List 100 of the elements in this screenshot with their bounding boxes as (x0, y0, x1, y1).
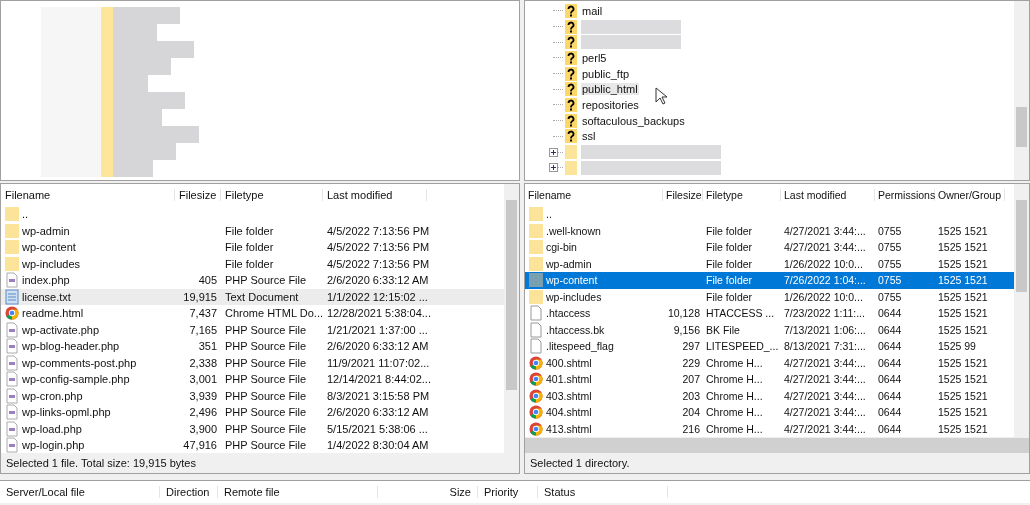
folder-icon (529, 239, 543, 256)
modified-date: 2/6/2020 6:33:12 AM (326, 406, 427, 419)
column-header[interactable]: Filesize (175, 189, 221, 201)
file-row[interactable]: wp-blog-header.php 351 PHP Source File 2/6/2020 6:33:12 AM (1, 338, 504, 355)
file-row[interactable]: wp-config-sample.php 3,001 PHP Source File 12/14/2021 8:44:02... (1, 371, 504, 388)
file-row[interactable]: .litespeed_flag 297 LITESPEED_... 8/13/2021 7:31:... 0644 1525 99 (525, 338, 1014, 355)
folder-icon (5, 206, 19, 223)
browser-icon (5, 305, 19, 322)
expand-icon[interactable] (549, 147, 558, 157)
question-folder-icon (565, 113, 577, 128)
permissions: 0644 (877, 373, 903, 386)
modified-date: 4/27/2021 3:44:... (783, 422, 867, 435)
file-row[interactable]: readme.html 7,437 Chrome HTML Do... 12/28/2021 5:38:04... (1, 305, 504, 322)
file-row[interactable]: .. (525, 206, 1014, 223)
column-header[interactable]: Direction (160, 486, 218, 498)
permissions: 0755 (877, 241, 903, 254)
file-row[interactable]: 413.shtml 216 Chrome H... 4/27/2021 3:44:... 0644 1525 1521 (525, 420, 1014, 437)
directory-name[interactable]: perl5 (581, 51, 608, 64)
file-type: Chrome HTML Do... (224, 307, 323, 320)
owner-group: 1525 1521 (935, 274, 1005, 287)
expand-icon[interactable] (549, 163, 558, 173)
column-header[interactable]: Filetype (221, 189, 323, 201)
column-header[interactable]: Priority (478, 486, 538, 498)
vertical-scrollbar[interactable] (504, 184, 519, 453)
column-header[interactable]: Server/Local file (0, 486, 160, 498)
file-row[interactable]: wp-includes File folder 4/5/2022 7:13:56 PM (1, 255, 504, 272)
question-folder-icon (565, 82, 577, 97)
file-row[interactable]: index.php 405 PHP Source File 2/6/2020 6:33:12 AM (1, 272, 504, 289)
file-row[interactable]: wp-admin File folder 1/26/2022 10:0... 0755 1525 1521 (525, 255, 1014, 272)
file-name: cgi-bin (546, 241, 577, 254)
file-row[interactable]: 403.shtml 203 Chrome H... 4/27/2021 3:44:... 0644 1525 1521 (525, 387, 1014, 404)
column-header[interactable]: Last modified (323, 189, 427, 201)
file-name: index.php (22, 274, 70, 287)
question-folder-icon (565, 50, 577, 65)
file-type: PHP Source File (224, 373, 308, 386)
column-header[interactable]: Filesize (663, 189, 703, 201)
directory-name[interactable]: public_ftp (581, 67, 631, 80)
file-row[interactable]: wp-content File folder 7/26/2022 1:04:... 0755 1525 1521 (525, 272, 1014, 289)
file-size: 3,900 (188, 422, 218, 435)
folder-icon (529, 288, 543, 305)
browser-icon (529, 371, 543, 388)
file-name: wp-admin (22, 224, 70, 237)
file-size: 297 (681, 340, 701, 353)
file-size: 405 (197, 274, 218, 287)
column-header[interactable]: Permissions (875, 189, 935, 201)
directory-name[interactable]: mail (581, 4, 604, 17)
directory-name[interactable]: ssl (581, 130, 597, 143)
column-header[interactable]: Status (538, 486, 668, 498)
column-header[interactable]: Filename (1, 189, 175, 201)
file-type: HTACCESS ... (705, 307, 776, 320)
owner-group: 1525 1521 (935, 356, 1005, 369)
directory-name[interactable]: public_html (581, 83, 639, 96)
column-header[interactable]: Owner/Group (935, 189, 1005, 201)
file-row[interactable]: wp-links-opml.php 2,496 PHP Source File 2/6/2020 6:33:12 AM (1, 404, 504, 421)
modified-date: 7/13/2021 1:06:... (783, 323, 867, 336)
file-row[interactable]: .well-known File folder 4/27/2021 3:44:... 0755 1525 1521 (525, 222, 1014, 239)
file-type: Chrome H... (705, 373, 764, 386)
vertical-scrollbar[interactable] (1014, 1, 1029, 180)
file-row[interactable]: wp-login.php 47,916 PHP Source File 1/4/2022 8:30:04 AM (1, 437, 504, 453)
column-header[interactable]: Last modified (781, 189, 875, 201)
file-row[interactable]: wp-content File folder 4/5/2022 7:13:56 PM (1, 239, 504, 256)
vertical-scrollbar[interactable] (1014, 184, 1029, 437)
file-type: Text Document (224, 290, 300, 303)
directory-name[interactable]: softaculous_backups (581, 114, 686, 127)
column-header[interactable]: Filename (525, 189, 663, 201)
file-type: LITESPEED_... (705, 340, 780, 353)
column-header[interactable]: Size (378, 486, 478, 498)
modified-date: 4/27/2021 3:44:... (783, 224, 867, 237)
file-size: 47,916 (182, 439, 218, 452)
directory-name[interactable]: repositories (581, 98, 640, 111)
file-size: 203 (681, 389, 701, 402)
file-row[interactable]: wp-admin File folder 4/5/2022 7:13:56 PM (1, 222, 504, 239)
file-name: 404.shtml (546, 406, 592, 419)
column-header[interactable]: Remote file (218, 486, 378, 498)
file-row[interactable]: cgi-bin File folder 4/27/2021 3:44:... 0755 1525 1521 (525, 239, 1014, 256)
file-row[interactable]: wp-cron.php 3,939 PHP Source File 8/3/2021 3:15:58 PM (1, 387, 504, 404)
file-row[interactable]: wp-comments-post.php 2,338 PHP Source File 11/9/2021 11:07:02... (1, 354, 504, 371)
file-name: .. (22, 208, 29, 221)
horizontal-scrollbar[interactable] (525, 437, 1029, 453)
file-row[interactable]: wp-load.php 3,900 PHP Source File 5/15/2021 5:38:06 ... (1, 420, 504, 437)
modified-date: 4/27/2021 3:44:... (783, 406, 867, 419)
file-row[interactable]: wp-includes File folder 1/26/2022 10:0... 0755 1525 1521 (525, 288, 1014, 305)
file-row[interactable]: license.txt 19,915 Text Document 1/1/2022 12:15:02 ... (1, 288, 504, 305)
file-type: PHP Source File (224, 340, 308, 353)
permissions: 0644 (877, 356, 903, 369)
file-row[interactable]: .htaccess 10,128 HTACCESS ... 7/23/2022 1:11:... 0644 1525 1521 (525, 305, 1014, 322)
file-row[interactable]: 400.shtml 229 Chrome H... 4/27/2021 3:44:... 0644 1525 1521 (525, 354, 1014, 371)
modified-date: 5/15/2021 5:38:06 ... (326, 422, 427, 435)
file-row[interactable]: 404.shtml 204 Chrome H... 4/27/2021 3:44:... 0644 1525 1521 (525, 404, 1014, 421)
file-row[interactable]: .htaccess.bk 9,156 BK File 7/13/2021 1:06:... 0644 1525 1521 (525, 321, 1014, 338)
file-row[interactable]: .. (1, 206, 504, 223)
file-name: .litespeed_flag (546, 340, 614, 353)
file-name: 403.shtml (546, 389, 592, 402)
owner-group: 1525 1521 (935, 406, 1005, 419)
file-row[interactable]: wp-activate.php 7,165 PHP Source File 1/21/2021 1:37:00 ... (1, 321, 504, 338)
file-row[interactable]: 401.shtml 207 Chrome H... 4/27/2021 3:44:... 0644 1525 1521 (525, 371, 1014, 388)
file-size: 10,128 (666, 307, 701, 320)
column-header[interactable]: Filetype (703, 189, 781, 201)
owner-group: 1525 1521 (935, 241, 1005, 254)
file-size: 351 (197, 340, 218, 353)
